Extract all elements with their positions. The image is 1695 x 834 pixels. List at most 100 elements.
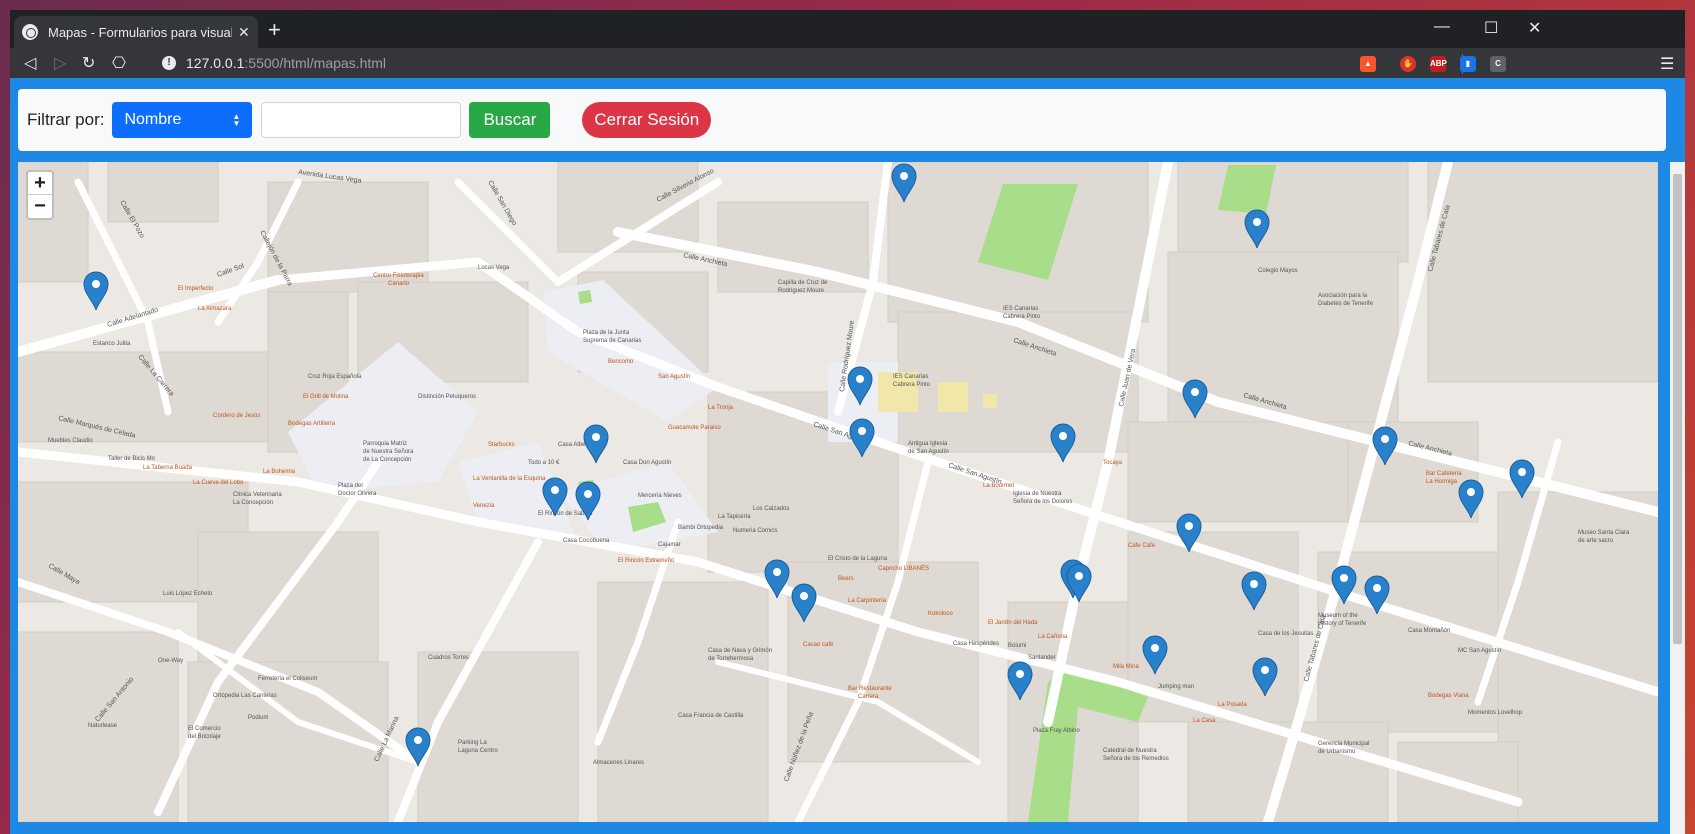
forward-icon[interactable]: ▷: [54, 53, 66, 73]
hand-block-icon[interactable]: ✋: [1400, 56, 1416, 72]
scrollbar-thumb[interactable]: [1673, 174, 1682, 644]
svg-text:Museo Santa Clara: Museo Santa Clara: [1578, 530, 1630, 536]
svg-text:de Urbanismo: de Urbanismo: [1318, 749, 1356, 755]
svg-text:Muebles Claudio: Muebles Claudio: [48, 438, 93, 444]
svg-text:One-Way: One-Way: [158, 658, 183, 664]
svg-text:La Casa: La Casa: [1193, 718, 1216, 724]
svg-text:Guacamole Paraiso: Guacamole Paraiso: [668, 425, 721, 431]
zoom-control: + −: [26, 170, 54, 220]
svg-text:Numeria Comics: Numeria Comics: [733, 528, 777, 534]
new-tab-icon[interactable]: +: [268, 19, 281, 41]
bookmark-ext-icon[interactable]: ▮: [1460, 56, 1476, 72]
svg-text:Ferretería el Coliseum: Ferretería el Coliseum: [258, 676, 317, 682]
svg-text:de Nuestra Señora: de Nuestra Señora: [363, 449, 414, 455]
filter-label: Filtrar por:: [27, 110, 105, 129]
svg-text:Cafe Cafe: Cafe Cafe: [1128, 543, 1156, 549]
globe-icon: [22, 24, 38, 40]
svg-text:La Cañona: La Cañona: [1038, 634, 1068, 640]
svg-text:El Rincón Extremeño: El Rincón Extremeño: [618, 558, 675, 564]
svg-text:Casa Alber: Casa Alber: [558, 442, 587, 448]
map-marker-icon[interactable]: [83, 271, 109, 311]
tab-strip: Mapas - Formularios para visualiza ✕ + —…: [10, 10, 1685, 48]
svg-text:IES Canarias: IES Canarias: [1003, 306, 1038, 312]
svg-text:La Taberna Boada: La Taberna Boada: [143, 465, 193, 471]
map-view[interactable]: Calle Anchieta Calle Anchieta Calle Anch…: [18, 162, 1658, 822]
close-tab-icon[interactable]: ✕: [238, 24, 250, 41]
logout-button[interactable]: Cerrar Sesión: [582, 102, 712, 138]
svg-text:La Bourmet: La Bourmet: [983, 483, 1014, 489]
map-marker-icon[interactable]: [1050, 423, 1076, 463]
menu-icon[interactable]: ☰: [1660, 54, 1674, 74]
svg-text:Los Calzados: Los Calzados: [753, 506, 789, 512]
svg-text:La Tronja: La Tronja: [708, 405, 734, 411]
zoom-out-button[interactable]: −: [28, 195, 52, 218]
svg-text:Lucas Vega: Lucas Vega: [478, 265, 510, 271]
svg-text:Carrera: Carrera: [858, 694, 879, 700]
info-icon[interactable]: !: [162, 56, 176, 70]
svg-text:Centro Fisioterapia: Centro Fisioterapia: [373, 273, 424, 279]
filter-select[interactable]: Nombre ▲ ▼: [112, 102, 253, 138]
svg-text:La Almazara: La Almazara: [198, 306, 232, 312]
svg-text:Parking La: Parking La: [458, 740, 487, 746]
svg-text:Bolumi: Bolumi: [1008, 643, 1026, 649]
svg-text:La Concepción: La Concepción: [233, 500, 273, 506]
svg-text:del Bricolaje: del Bricolaje: [188, 734, 221, 740]
svg-text:El Comercio: El Comercio: [188, 726, 221, 732]
svg-text:La Hormiga: La Hormiga: [1426, 479, 1458, 485]
svg-text:La Posada: La Posada: [1218, 702, 1247, 708]
brave-icon[interactable]: ▲: [1360, 56, 1376, 72]
search-button[interactable]: Buscar: [469, 102, 551, 138]
browser-tab[interactable]: Mapas - Formularios para visualiza ✕: [14, 16, 258, 48]
svg-text:Venezia: Venezia: [473, 503, 495, 509]
url-path: :5500/html/mapas.html: [244, 55, 387, 71]
svg-text:Señora de los Remedios: Señora de los Remedios: [1103, 756, 1169, 762]
minimize-icon[interactable]: —: [1434, 18, 1450, 36]
back-icon[interactable]: ◁: [24, 53, 36, 73]
page-scrollbar[interactable]: [1670, 162, 1685, 834]
svg-text:Suprema de Canarias: Suprema de Canarias: [583, 338, 641, 344]
svg-text:Jumping man: Jumping man: [1158, 684, 1194, 690]
svg-text:IES Canarias: IES Canarias: [893, 374, 928, 380]
svg-text:Naturlease: Naturlease: [88, 723, 118, 729]
maximize-icon[interactable]: ☐: [1484, 18, 1498, 38]
reload-icon[interactable]: ↻: [82, 53, 95, 73]
svg-text:Plaza de la Junta: Plaza de la Junta: [583, 330, 630, 336]
svg-text:Colegio Mayos: Colegio Mayos: [1258, 268, 1298, 274]
svg-text:El Grill de Molina: El Grill de Molina: [303, 394, 349, 400]
zoom-in-button[interactable]: +: [28, 172, 52, 195]
svg-text:El Jardín del Hada: El Jardín del Hada: [988, 620, 1038, 626]
svg-text:Diabetes de Tenerife: Diabetes de Tenerife: [1318, 301, 1374, 307]
svg-text:Laguna Centro: Laguna Centro: [458, 748, 498, 754]
map-marker-icon[interactable]: [583, 424, 609, 464]
c-ext-icon[interactable]: C: [1490, 56, 1506, 72]
svg-text:Antigua Iglesia: Antigua Iglesia: [908, 441, 948, 447]
svg-text:Estanco Julita: Estanco Julita: [93, 341, 131, 347]
url-host: 127.0.0.1: [186, 55, 245, 71]
svg-text:La Ventanilla de la Esquina: La Ventanilla de la Esquina: [473, 476, 546, 482]
svg-text:Casa de los Jesuitas: Casa de los Jesuitas: [1258, 631, 1313, 637]
svg-text:Asociación para la: Asociación para la: [1318, 293, 1368, 299]
browser-window: Mapas - Formularios para visualiza ✕ + —…: [10, 10, 1685, 834]
svg-text:Calle Sol: Calle Sol: [216, 263, 245, 279]
svg-text:Bar Restaurante: Bar Restaurante: [848, 686, 892, 692]
svg-text:Parroquia Matriz: Parroquia Matriz: [363, 441, 407, 447]
svg-text:Momentos Lovelhop: Momentos Lovelhop: [1468, 710, 1523, 716]
svg-text:Mercería Nieves: Mercería Nieves: [638, 493, 682, 499]
svg-text:Catedral de Nuestra: Catedral de Nuestra: [1103, 748, 1157, 754]
svg-text:Tocaya: Tocaya: [1103, 460, 1123, 466]
abp-icon[interactable]: ABP: [1430, 56, 1447, 72]
address-bar[interactable]: ! 127.0.0.1:5500/html/mapas.html: [148, 51, 1470, 75]
svg-text:Beers: Beers: [838, 576, 854, 582]
close-window-icon[interactable]: ✕: [1528, 18, 1541, 38]
search-input[interactable]: [261, 102, 462, 138]
svg-text:Capilla de Cruz de: Capilla de Cruz de: [778, 280, 828, 286]
svg-text:Capricho LIBANÉS: Capricho LIBANÉS: [878, 565, 929, 572]
svg-text:Casa Francia de Castilla: Casa Francia de Castilla: [678, 713, 744, 719]
svg-text:Casa Hespérides: Casa Hespérides: [953, 641, 999, 647]
select-arrows-icon: ▲ ▼: [232, 112, 241, 128]
svg-text:La Tapicería: La Tapicería: [718, 514, 751, 520]
bookmark-icon[interactable]: ⎔: [112, 53, 126, 73]
svg-text:Bar Cafetería: Bar Cafetería: [1426, 471, 1462, 477]
map-tiles[interactable]: Calle Anchieta Calle Anchieta Calle Anch…: [18, 162, 1658, 822]
svg-text:La Cueva del Lobo: La Cueva del Lobo: [193, 480, 244, 486]
